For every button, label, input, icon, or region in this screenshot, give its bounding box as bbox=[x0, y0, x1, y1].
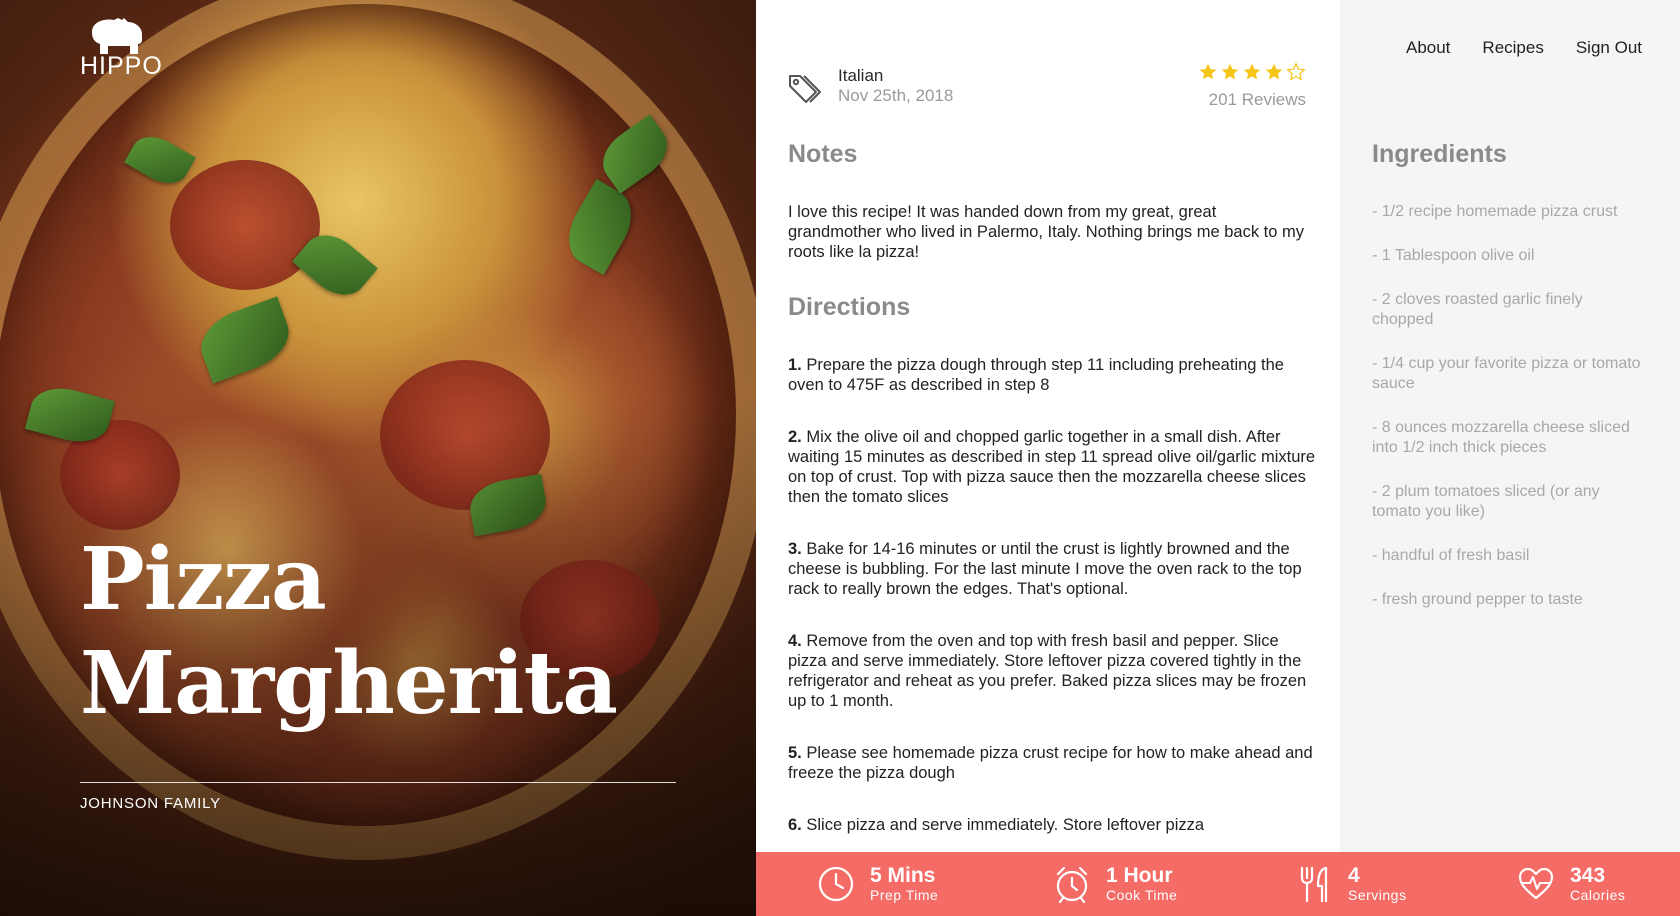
step-text: Slice pizza and serve immediately. Store… bbox=[806, 816, 1205, 834]
prep-time-label: Prep Time bbox=[870, 887, 939, 903]
ingredient-item: - handful of fresh basil bbox=[1372, 547, 1530, 564]
recipe-author: JOHNSON FAMILY bbox=[80, 795, 221, 812]
directions-list: 1. Prepare the pizza dough through step … bbox=[788, 355, 1316, 852]
ingredient-item: - 1/4 cup your favorite pizza or tomato … bbox=[1372, 355, 1641, 392]
top-nav: About Recipes Sign Out bbox=[1406, 38, 1642, 58]
notes-text: I love this recipe! It was handed down f… bbox=[788, 203, 1305, 261]
tag-icon bbox=[789, 75, 821, 103]
recipe-date: Nov 25th, 2018 bbox=[838, 86, 954, 105]
fork-knife-icon bbox=[1300, 866, 1328, 903]
direction-step: 1. Prepare the pizza dough through step … bbox=[788, 355, 1316, 395]
servings-stat: 4 Servings bbox=[1294, 852, 1406, 916]
ingredient-item: - 8 ounces mozzarella cheese sliced into… bbox=[1372, 419, 1630, 456]
recipe-rating[interactable]: 201 Reviews bbox=[1198, 62, 1306, 110]
recipe-main-panel: Italian Nov 25th, 2018 201 Reviews Notes… bbox=[756, 0, 1340, 852]
nav-sign-out-link[interactable]: Sign Out bbox=[1576, 38, 1642, 58]
direction-step: 3. Bake for 14-16 minutes or until the c… bbox=[788, 539, 1316, 599]
step-text: Mix the olive oil and chopped garlic tog… bbox=[788, 428, 1316, 506]
ingredient-item: - fresh ground pepper to taste bbox=[1372, 591, 1583, 608]
ingredients-heading: Ingredients bbox=[1372, 140, 1507, 168]
calories-label: Calories bbox=[1570, 887, 1626, 903]
reviews-count[interactable]: 201 Reviews bbox=[1198, 90, 1306, 110]
star-filled-icon[interactable] bbox=[1264, 62, 1284, 82]
notes-heading: Notes bbox=[788, 140, 858, 168]
prep-time-stat: 5 Mins Prep Time bbox=[816, 852, 938, 916]
step-text: Please see homemade pizza crust recipe f… bbox=[788, 744, 1313, 782]
pizza-topping bbox=[170, 160, 320, 290]
hero-image: HIPPO Pizza Margherita JOHNSON FAMILY bbox=[0, 0, 756, 916]
nav-about-link[interactable]: About bbox=[1406, 38, 1450, 58]
step-number: 1. bbox=[788, 356, 802, 374]
alarm-clock-icon bbox=[1056, 866, 1088, 904]
star-empty-icon[interactable] bbox=[1286, 62, 1306, 82]
step-number: 4. bbox=[788, 632, 802, 650]
ingredient-item: - 2 cloves roasted garlic finely chopped bbox=[1372, 291, 1583, 328]
recipe-meta: Italian Nov 25th, 2018 bbox=[786, 66, 953, 110]
recipe-title-line2: Margherita bbox=[80, 633, 618, 734]
star-filled-icon[interactable] bbox=[1220, 62, 1240, 82]
nav-recipes-link[interactable]: Recipes bbox=[1482, 38, 1543, 58]
direction-step: 6. Slice pizza and serve immediately. St… bbox=[788, 815, 1316, 835]
star-filled-icon[interactable] bbox=[1242, 62, 1262, 82]
hippo-icon bbox=[92, 18, 142, 54]
calories-value: 343 bbox=[1570, 864, 1606, 887]
directions-heading: Directions bbox=[788, 293, 911, 321]
recipe-stats-bar: 5 Mins Prep Time 1 Hour Cook Time 4 Serv… bbox=[756, 852, 1680, 916]
step-number: 5. bbox=[788, 744, 802, 762]
brand-logo[interactable]: HIPPO bbox=[80, 16, 163, 80]
cook-time-stat: 1 Hour Cook Time bbox=[1052, 852, 1177, 916]
direction-step: 4. Remove from the oven and top with fre… bbox=[788, 631, 1316, 711]
hero-divider bbox=[80, 782, 676, 783]
cook-time-value: 1 Hour bbox=[1106, 864, 1173, 887]
recipe-title: Pizza Margherita bbox=[80, 528, 618, 736]
servings-value: 4 bbox=[1348, 864, 1360, 887]
step-number: 6. bbox=[788, 816, 802, 834]
ingredient-item: - 2 plum tomatoes sliced (or any tomato … bbox=[1372, 483, 1600, 520]
step-number: 2. bbox=[788, 428, 802, 446]
heart-pulse-icon bbox=[1518, 867, 1554, 900]
step-text: Remove from the oven and top with fresh … bbox=[788, 632, 1307, 710]
servings-label: Servings bbox=[1348, 887, 1407, 903]
recipe-title-line1: Pizza bbox=[80, 529, 327, 630]
star-rating[interactable] bbox=[1198, 62, 1306, 82]
direction-step: 5. Please see homemade pizza crust recip… bbox=[788, 743, 1316, 783]
calories-stat: 343 Calories bbox=[1516, 852, 1625, 916]
brand-name: HIPPO bbox=[80, 52, 163, 80]
step-text: Bake for 14-16 minutes or until the crus… bbox=[788, 540, 1302, 598]
direction-step: 2. Mix the olive oil and chopped garlic … bbox=[788, 427, 1316, 507]
clock-icon bbox=[818, 866, 854, 902]
ingredients-list: - 1/2 recipe homemade pizza crust - 1 Ta… bbox=[1372, 202, 1642, 634]
step-text: Prepare the pizza dough through step 11 … bbox=[788, 356, 1284, 394]
star-filled-icon[interactable] bbox=[1198, 62, 1218, 82]
prep-time-value: 5 Mins bbox=[870, 864, 936, 887]
ingredients-sidebar: About Recipes Sign Out Ingredients - 1/2… bbox=[1340, 0, 1680, 852]
recipe-category[interactable]: Italian bbox=[838, 66, 953, 86]
ingredient-item: - 1/2 recipe homemade pizza crust bbox=[1372, 203, 1618, 220]
step-number: 3. bbox=[788, 540, 802, 558]
cook-time-label: Cook Time bbox=[1106, 887, 1178, 903]
ingredient-item: - 1 Tablespoon olive oil bbox=[1372, 247, 1535, 264]
